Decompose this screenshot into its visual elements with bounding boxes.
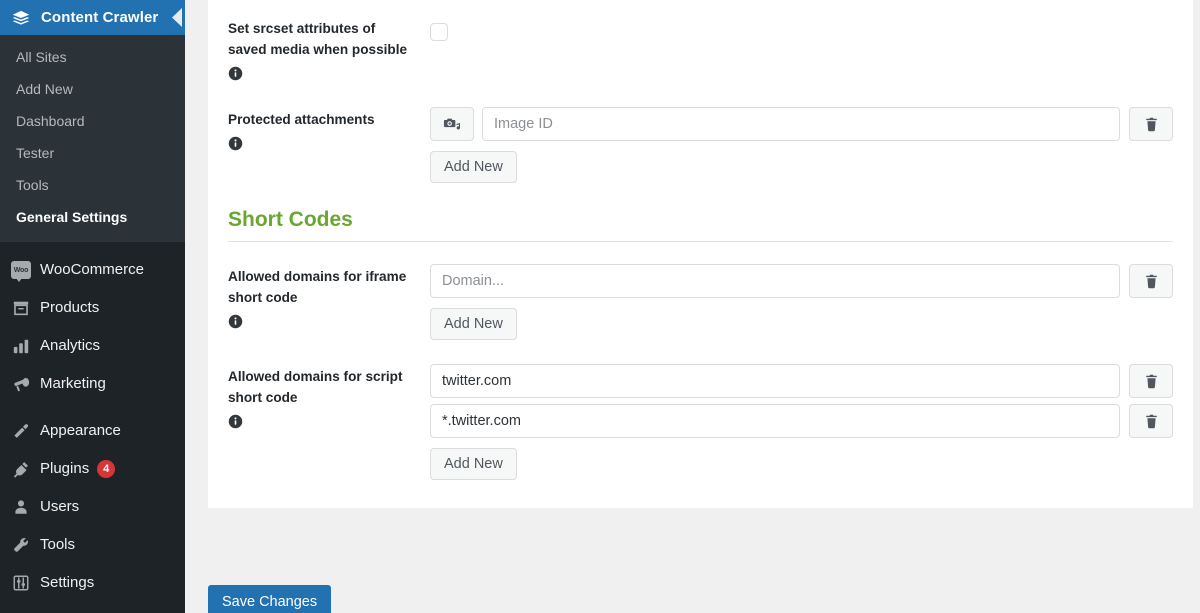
field-row-protected-attachments: Protected attachments Image ID Add New xyxy=(228,81,1173,183)
iframe-domains-label-block: Allowed domains for iframe short code xyxy=(228,264,413,340)
panel-bottom-spacer xyxy=(228,480,1173,508)
field-row-iframe-domains: Allowed domains for iframe short code Do… xyxy=(228,246,1173,340)
field-row-script-domains: Allowed domains for script short code tw… xyxy=(228,340,1173,480)
script-domains-control: Add New xyxy=(413,364,1173,480)
sidebar-item-woocommerce[interactable]: Woo WooCommerce xyxy=(0,251,185,289)
domain-row xyxy=(430,364,1173,398)
menu-separator xyxy=(0,403,185,412)
settings-panel: Set srcset attributes of saved media whe… xyxy=(208,0,1193,508)
plugin-title: Content Crawler xyxy=(41,9,159,26)
srcset-checkbox[interactable] xyxy=(430,23,448,41)
info-icon[interactable] xyxy=(228,136,243,151)
trash-icon[interactable] xyxy=(1129,264,1173,298)
sidebar-item-general-settings[interactable]: General Settings xyxy=(0,201,185,233)
sidebar-item-label: Tools xyxy=(40,536,76,553)
protected-attachments-label: Protected attachments xyxy=(228,112,375,127)
stacked-papers-icon xyxy=(10,7,32,29)
analytics-icon xyxy=(11,336,31,356)
sidebar-item-marketing[interactable]: Marketing xyxy=(0,365,185,403)
image-id-input[interactable] xyxy=(482,107,1120,141)
wrench-icon xyxy=(11,535,31,555)
products-icon xyxy=(11,298,31,318)
sidebar-item-plugins[interactable]: Plugins 4 xyxy=(0,450,185,488)
iframe-domain-input[interactable] xyxy=(430,264,1120,298)
sidebar-item-label: Marketing xyxy=(40,375,106,392)
srcset-label: Set srcset attributes of saved media whe… xyxy=(228,21,408,57)
plugin-submenu: All Sites Add New Dashboard Tester Tools… xyxy=(0,35,185,242)
add-new-script-domain-button[interactable]: Add New xyxy=(430,448,517,480)
srcset-control xyxy=(413,16,1173,81)
user-icon xyxy=(11,497,31,517)
save-changes-button[interactable]: Save Changes xyxy=(208,585,332,613)
info-icon[interactable] xyxy=(228,66,243,81)
attachment-row xyxy=(430,107,1173,141)
protected-attachments-control: Add New xyxy=(413,107,1173,183)
megaphone-icon xyxy=(11,374,31,394)
iframe-domains-control: Add New xyxy=(413,264,1173,340)
trash-icon[interactable] xyxy=(1129,404,1173,438)
plugins-update-badge: 4 xyxy=(97,460,116,478)
plug-icon xyxy=(11,459,31,479)
sidebar-item-appearance[interactable]: Appearance xyxy=(0,412,185,450)
trash-icon[interactable] xyxy=(1129,107,1173,141)
sidebar-item-add-new[interactable]: Add New xyxy=(0,73,185,105)
sidebar-item-tools[interactable]: Tools xyxy=(0,169,185,201)
media-library-icon[interactable] xyxy=(430,107,474,141)
sidebar-item-label: Users xyxy=(40,498,80,515)
sidebar-item-label: Plugins xyxy=(40,460,90,477)
sidebar-item-label: Products xyxy=(40,299,100,316)
sidebar-item-settings[interactable]: Settings xyxy=(0,564,185,602)
script-domains-label-block: Allowed domains for script short code xyxy=(228,364,413,480)
info-icon[interactable] xyxy=(228,414,243,429)
trash-icon[interactable] xyxy=(1129,364,1173,398)
add-new-iframe-domain-button[interactable]: Add New xyxy=(430,308,517,340)
script-domain-input-1[interactable] xyxy=(430,364,1120,398)
sidebar-item-tools[interactable]: Tools xyxy=(0,526,185,564)
sidebar-item-products[interactable]: Products xyxy=(0,289,185,327)
field-row-srcset: Set srcset attributes of saved media whe… xyxy=(228,0,1173,81)
domain-row xyxy=(430,264,1173,298)
sidebar-item-all-sites[interactable]: All Sites xyxy=(0,41,185,73)
admin-screen: Content Crawler All Sites Add New Dashbo… xyxy=(0,0,1200,613)
script-domains-label: Allowed domains for script short code xyxy=(228,369,403,405)
sidebar-item-label: WooCommerce xyxy=(40,261,144,278)
chevron-left-icon[interactable] xyxy=(167,0,185,35)
sidebar-item-dashboard[interactable]: Dashboard xyxy=(0,105,185,137)
admin-sidebar: Content Crawler All Sites Add New Dashbo… xyxy=(0,0,185,613)
protected-attachments-label-block: Protected attachments xyxy=(228,107,413,183)
woo-icon: Woo xyxy=(11,260,31,282)
sliders-icon xyxy=(11,573,31,593)
sidebar-item-analytics[interactable]: Analytics xyxy=(0,327,185,365)
srcset-label-block: Set srcset attributes of saved media whe… xyxy=(228,16,413,81)
domain-row xyxy=(430,404,1173,438)
iframe-domains-label: Allowed domains for iframe short code xyxy=(228,269,407,305)
script-domain-input-2[interactable] xyxy=(430,404,1120,438)
sidebar-item-tester[interactable]: Tester xyxy=(0,137,185,169)
menu-separator xyxy=(0,242,185,251)
sidebar-item-label: Appearance xyxy=(40,422,121,439)
paintbrush-icon xyxy=(11,421,31,441)
sidebar-item-label: Analytics xyxy=(40,337,101,354)
short-codes-heading: Short Codes xyxy=(228,183,1173,242)
sidebar-item-users[interactable]: Users xyxy=(0,488,185,526)
add-new-attachment-button[interactable]: Add New xyxy=(430,151,517,183)
plugin-header[interactable]: Content Crawler xyxy=(0,0,185,35)
main-content: Set srcset attributes of saved media whe… xyxy=(185,0,1200,613)
info-icon[interactable] xyxy=(228,314,243,329)
sidebar-item-label: Settings xyxy=(40,574,95,591)
